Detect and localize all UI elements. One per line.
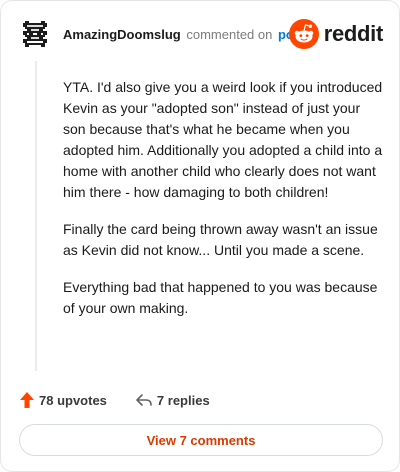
comment-card: AmazingDoomslug commented on post reddit…	[0, 0, 400, 472]
comment-header: AmazingDoomslug commented on post reddit	[19, 17, 383, 51]
view-comments-button[interactable]: View 7 comments	[19, 424, 383, 456]
commented-on-text: commented on	[186, 27, 273, 42]
username-link[interactable]: AmazingDoomslug	[63, 27, 181, 42]
upvote-button[interactable]: 78 upvotes	[19, 391, 107, 409]
reddit-alien-icon	[288, 19, 319, 49]
upvotes-count: 78 upvotes	[39, 392, 107, 408]
reply-icon	[136, 394, 152, 406]
thread-line[interactable]	[35, 61, 37, 371]
reddit-wordmark: reddit	[323, 21, 384, 46]
replies-button[interactable]: 7 replies	[135, 392, 210, 408]
comment-paragraph: Finally the card being thrown away wasn'…	[63, 221, 378, 258]
comment-paragraph: YTA. I'd also give you a weird look if y…	[63, 79, 383, 200]
comment-meta: AmazingDoomslug commented on post	[63, 27, 305, 42]
comment-body: YTA. I'd also give you a weird look if y…	[63, 77, 383, 335]
comment-actions: 78 upvotes 7 replies	[19, 389, 210, 411]
reddit-logo[interactable]: reddit	[288, 19, 384, 49]
comment-paragraph: Everything bad that happened to you was …	[63, 279, 378, 316]
replies-count: 7 replies	[156, 392, 210, 408]
upvote-arrow-icon	[20, 392, 34, 408]
pixel-avatar-icon[interactable]	[23, 21, 47, 47]
